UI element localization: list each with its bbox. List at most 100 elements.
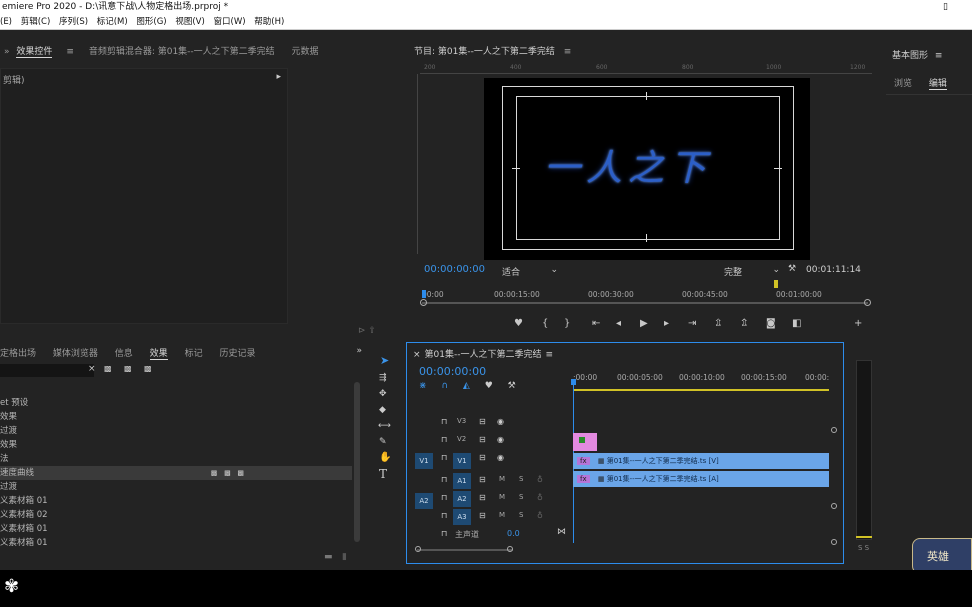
mute-button[interactable]: M — [499, 493, 505, 501]
camera-icon[interactable]: ◙ — [766, 318, 776, 329]
add-button-icon[interactable]: + — [854, 318, 862, 329]
timeline-ruler[interactable]: :00:00 00:00:05:00 00:00:10:00 00:00:15:… — [573, 371, 831, 393]
list-item[interactable]: 过渡 — [0, 480, 352, 494]
lock-icon[interactable]: ⊓ — [441, 529, 447, 538]
menu-item-marker[interactable]: 标记(M) — [97, 17, 128, 27]
lock-icon[interactable]: ⊓ — [441, 435, 447, 444]
menu-item-edit[interactable]: (E) — [0, 17, 12, 27]
tab-metadata[interactable]: 元数据 — [292, 44, 319, 57]
track-target-v1[interactable]: V1 — [453, 453, 471, 469]
menu-item-view[interactable]: 视图(V) — [175, 17, 204, 27]
close-icon[interactable]: × — [413, 350, 421, 360]
solo-button[interactable]: S — [519, 493, 523, 501]
sync-lock-icon[interactable]: ⊟ — [479, 475, 486, 484]
zoom-handle-left[interactable] — [415, 546, 421, 552]
go-to-end-icon[interactable]: ⋈ — [557, 527, 566, 537]
accelerated-filter-icon[interactable]: ▩ — [104, 364, 112, 373]
panel-menu-icon[interactable]: » — [4, 47, 10, 57]
vertical-zoom-handle[interactable] — [831, 539, 837, 545]
track-target-a3[interactable]: A3 — [453, 509, 471, 525]
sync-lock-icon[interactable]: ⊟ — [479, 417, 486, 426]
fit-dropdown[interactable]: 适合 ⌄ — [502, 265, 558, 278]
zoom-handle-right[interactable] — [507, 546, 513, 552]
sync-lock-icon[interactable]: ⊟ — [479, 453, 486, 462]
list-item[interactable]: 义素材箱 01 — [0, 494, 352, 508]
effects-scrollbar[interactable] — [354, 382, 360, 542]
vertical-zoom-handle[interactable] — [831, 427, 837, 433]
tab-markers[interactable]: 标记 — [185, 346, 203, 359]
zoom-handle-right[interactable] — [864, 299, 871, 306]
marker-icon[interactable]: ♥ — [485, 381, 493, 391]
playhead[interactable] — [422, 290, 426, 298]
solo-button[interactable]: S — [519, 475, 523, 483]
clear-search-icon[interactable]: × — [88, 364, 96, 374]
list-item[interactable]: 义素材箱 01 — [0, 536, 352, 550]
mic-icon[interactable]: ♁ — [537, 475, 543, 484]
program-timecode[interactable]: 00:00:00:00 — [424, 264, 485, 275]
eye-icon[interactable]: ◉ — [497, 417, 504, 426]
panel-menu-icon[interactable]: ≡ — [546, 350, 554, 360]
vertical-zoom-handle[interactable] — [831, 503, 837, 509]
tab-audio-clip-mixer[interactable]: 音频剪辑混合器: 第01集--一人之下第二季完结 — [89, 44, 275, 57]
panel-menu-icon[interactable]: ≡ — [935, 51, 943, 61]
step-back-icon[interactable]: ◂ — [616, 318, 621, 329]
lock-icon[interactable]: ⊓ — [441, 511, 447, 520]
lock-icon[interactable]: ⊓ — [441, 493, 447, 502]
program-monitor-tab[interactable]: 节目: 第01集--一人之下第二季完结 ≡ — [414, 44, 571, 57]
list-item[interactable]: 效果 — [0, 438, 352, 452]
menu-item-help[interactable]: 帮助(H) — [254, 17, 284, 27]
scrub-bar[interactable]: 00:00 00:00:15:00 00:00:30:00 00:00:45:0… — [420, 280, 871, 308]
new-folder-icon[interactable]: ▬ — [324, 552, 333, 562]
timeline-tab[interactable]: × 第01集--一人之下第二季完结 ≡ — [413, 347, 553, 360]
more-tabs-icon[interactable]: » — [356, 346, 362, 356]
audio-clip[interactable]: fx ▦ 第01集--一人之下第二季完结.ts [A] — [573, 471, 829, 487]
zoom-handle-left[interactable] — [420, 299, 427, 306]
32bit-filter-icon[interactable]: ▩ — [124, 364, 132, 373]
list-item[interactable]: 过渡 — [0, 424, 352, 438]
delete-icon[interactable]: ▮ — [342, 552, 347, 562]
list-item[interactable]: 义素材箱 02 — [0, 508, 352, 522]
list-item[interactable]: 法 — [0, 452, 352, 466]
video-clip[interactable]: fx ▦ 第01集--一人之下第二季完结.ts [V] — [573, 453, 829, 469]
go-to-in-icon[interactable]: ⇤ — [592, 318, 600, 329]
tab-menu-icon[interactable]: ≡ — [66, 47, 74, 57]
tab-info[interactable]: 信息 — [115, 346, 133, 359]
wrench-icon[interactable]: ⚒ — [788, 264, 796, 274]
source-patch-v1[interactable]: V1 — [415, 453, 433, 469]
sync-lock-icon[interactable]: ⊟ — [479, 511, 486, 520]
selection-tool-icon[interactable]: ➤ — [380, 354, 400, 367]
type-tool-icon[interactable]: T — [379, 467, 400, 481]
hand-tool-icon[interactable]: ✋ — [379, 452, 400, 463]
track-target-a1[interactable]: A1 — [453, 473, 471, 489]
list-item-selected[interactable]: 速度曲线 ▩ ▩ ▩ — [0, 466, 352, 480]
lock-icon[interactable]: ⊓ — [441, 417, 447, 426]
menu-item-sequence[interactable]: 序列(S) — [59, 17, 88, 27]
lock-icon[interactable]: ⊓ — [441, 453, 447, 462]
menu-item-clip[interactable]: 剪辑(C) — [21, 17, 51, 27]
horizontal-zoom-bar[interactable] — [417, 549, 513, 551]
list-item[interactable]: 义素材箱 01 — [0, 522, 352, 536]
timeline-timecode[interactable]: 00:00:00:00 — [419, 365, 486, 378]
track-select-tool-icon[interactable]: ⇶ — [379, 373, 400, 383]
play-icon[interactable]: ▶ — [640, 318, 648, 329]
mic-icon[interactable]: ♁ — [537, 511, 543, 520]
window-controls[interactable]: ▯ — [943, 0, 948, 14]
playhead-handle[interactable] — [571, 379, 576, 385]
mic-icon[interactable]: ♁ — [537, 493, 543, 502]
add-marker-icon[interactable]: ◭ — [463, 381, 470, 391]
pen-tool-icon[interactable]: ✎ — [379, 437, 400, 447]
yuv-filter-icon[interactable]: ▩ — [144, 364, 152, 373]
compare-icon[interactable]: ◧ — [792, 318, 801, 329]
mark-in-icon[interactable]: { — [542, 318, 548, 329]
tab-history[interactable]: 历史记录 — [219, 346, 255, 359]
export-icons[interactable]: ⊳ ⇪ — [358, 326, 398, 338]
mute-button[interactable]: M — [499, 511, 505, 519]
solo-button[interactable]: S — [519, 511, 523, 519]
wrench-icon[interactable]: ⚒ — [508, 381, 516, 391]
extract-icon[interactable]: ⇬ — [740, 318, 748, 329]
sync-lock-icon[interactable]: ⊟ — [479, 493, 486, 502]
eye-icon[interactable]: ◉ — [497, 435, 504, 444]
mute-button[interactable]: M — [499, 475, 505, 483]
tab-edit[interactable]: 编辑 — [928, 76, 947, 90]
play-arrow-icon[interactable]: ▸ — [276, 72, 281, 82]
